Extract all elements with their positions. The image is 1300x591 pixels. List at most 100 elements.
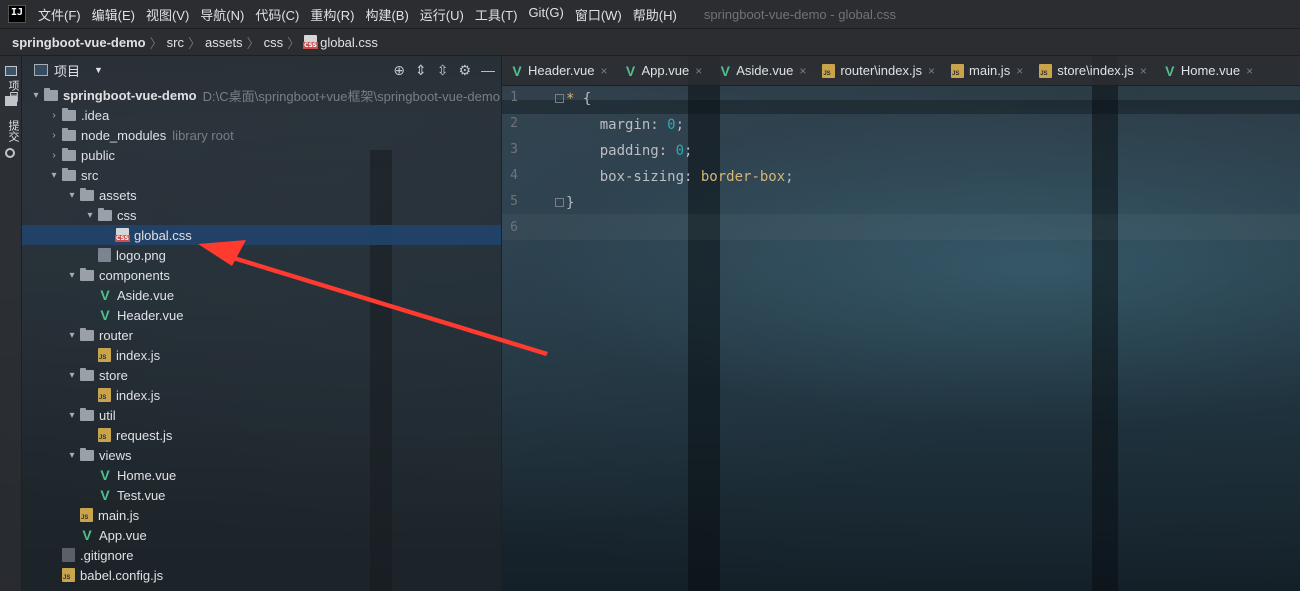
expand-all-icon[interactable]: ⇕ <box>415 62 427 79</box>
folder-icon <box>80 367 94 381</box>
code-line: } <box>566 190 574 216</box>
code-token: ; <box>785 169 794 185</box>
breadcrumb-css[interactable]: css <box>264 35 284 50</box>
close-icon[interactable]: × <box>928 64 935 78</box>
breadcrumb-src[interactable]: src <box>167 35 184 50</box>
tree-file-item[interactable]: .gitignore <box>22 545 501 565</box>
vue-file-icon: V <box>720 62 730 79</box>
code-token: : <box>684 169 701 185</box>
close-icon[interactable]: × <box>1140 64 1147 78</box>
tree-file-item[interactable]: global.css <box>22 225 501 245</box>
js-file-icon <box>822 63 836 78</box>
menu-item[interactable]: 导航(N) <box>200 5 244 24</box>
tree-folder-item[interactable]: › public <box>22 145 501 165</box>
project-tool-icon[interactable] <box>5 66 17 76</box>
editor-tab[interactable]: V Home.vue × <box>1155 56 1261 85</box>
menu-item[interactable]: 窗口(W) <box>575 5 622 24</box>
tree-file-item[interactable]: index.js <box>22 385 501 405</box>
line-number: 4 <box>510 168 518 183</box>
tree-folder-item[interactable]: ▾ router <box>22 325 501 345</box>
chevron-down-icon[interactable]: ▾ <box>64 410 80 421</box>
chevron-down-icon[interactable]: ▾ <box>82 210 98 221</box>
tree-folder-item[interactable]: ▾ assets <box>22 185 501 205</box>
chevron-down-icon[interactable]: ▾ <box>64 190 80 201</box>
code-editor[interactable]: 1 2 3 4 5 6 * { margin: 0; padding: 0; box-si… <box>502 86 1300 591</box>
menu-item[interactable]: 视图(V) <box>146 5 189 24</box>
tree-folder-item[interactable]: ▾ util <box>22 405 501 425</box>
chevron-right-icon[interactable]: › <box>46 110 62 121</box>
breadcrumb-assets[interactable]: assets <box>205 35 243 50</box>
chevron-down-icon[interactable]: ▾ <box>64 270 80 281</box>
chevron-right-icon[interactable]: › <box>46 150 62 161</box>
folder-icon <box>80 327 94 341</box>
fold-marker-icon[interactable] <box>555 198 564 207</box>
minimize-icon[interactable]: — <box>481 62 495 79</box>
tree-file-item[interactable]: logo.png <box>22 245 501 265</box>
chevron-right-icon[interactable]: › <box>46 130 62 141</box>
tree-file-item[interactable]: V Aside.vue <box>22 285 501 305</box>
close-icon[interactable]: × <box>1246 64 1253 78</box>
tab-label: Aside.vue <box>736 63 794 78</box>
editor-tab[interactable]: router\index.js × <box>814 56 943 85</box>
chevron-down-icon[interactable]: ▾ <box>64 330 80 341</box>
window-title: springboot-vue-demo - global.css <box>703 6 897 22</box>
code-token: 0 <box>667 117 676 133</box>
tree-file-item[interactable]: main.js <box>22 505 501 525</box>
editor-tab[interactable]: V Header.vue × <box>502 56 616 85</box>
tree-item-label: index.js <box>116 347 161 363</box>
fold-marker-icon[interactable] <box>555 94 564 103</box>
close-icon[interactable]: × <box>1016 64 1023 78</box>
folder-icon <box>80 407 94 421</box>
menu-item[interactable]: 运行(U) <box>420 5 464 24</box>
tree-folder-item[interactable]: ▾ css <box>22 205 501 225</box>
close-icon[interactable]: × <box>799 64 806 78</box>
menu-item[interactable]: 工具(T) <box>475 5 518 24</box>
menu-item[interactable]: 帮助(H) <box>633 5 677 24</box>
editor-tab[interactable]: V Aside.vue × <box>710 56 814 85</box>
breadcrumb-project[interactable]: springboot-vue-demo <box>12 35 146 50</box>
intellij-logo-icon[interactable]: IJ <box>8 5 26 23</box>
menu-item[interactable]: 构建(B) <box>365 5 408 24</box>
tree-folder-item[interactable]: › .idea <box>22 105 501 125</box>
locate-file-icon[interactable]: ⊕ <box>393 62 405 79</box>
tree-file-item[interactable]: V App.vue <box>22 525 501 545</box>
chevron-down-icon[interactable]: ▾ <box>64 450 80 461</box>
tree-folder-item[interactable]: ▾ src <box>22 165 501 185</box>
menu-item[interactable]: Git(G) <box>528 5 563 24</box>
menu-item[interactable]: 编辑(E) <box>92 5 135 24</box>
tree-folder-item[interactable]: ▾ springboot-vue-demo D:\C桌面\springboot+vu… <box>22 85 501 105</box>
close-icon[interactable]: × <box>601 64 608 78</box>
tree-item-hint: D:\C桌面\springboot+vue框架\springboot-vue-d… <box>202 88 500 104</box>
commit-tool-label[interactable]: 提交 <box>5 120 21 142</box>
tree-folder-item[interactable]: ▾ views <box>22 445 501 465</box>
tree-file-item[interactable]: index.js <box>22 345 501 365</box>
chevron-down-icon[interactable]: ▾ <box>64 370 80 381</box>
tree-folder-item[interactable]: ▾ store <box>22 365 501 385</box>
tree-file-item[interactable]: V Header.vue <box>22 305 501 325</box>
menu-item[interactable]: 文件(F) <box>38 5 81 24</box>
tree-file-item[interactable]: V Test.vue <box>22 485 501 505</box>
tree-item-label: store <box>99 367 128 383</box>
tree-file-item[interactable]: babel.config.js <box>22 565 501 585</box>
chevron-down-icon[interactable]: ▾ <box>28 90 44 101</box>
folder-icon <box>5 96 17 106</box>
menu-item[interactable]: 代码(C) <box>255 5 299 24</box>
tree-file-item[interactable]: request.js <box>22 425 501 445</box>
commit-icon[interactable] <box>5 148 15 158</box>
tree-folder-item[interactable]: › node_modules library root <box>22 125 501 145</box>
tree-folder-item[interactable]: ▾ components <box>22 265 501 285</box>
chevron-down-icon[interactable]: ▼ <box>94 65 103 75</box>
close-icon[interactable]: × <box>695 64 702 78</box>
editor-tab[interactable]: V App.vue × <box>616 56 711 85</box>
menu-item[interactable]: 重构(R) <box>310 5 354 24</box>
editor-tab[interactable]: main.js × <box>943 56 1031 85</box>
tree-file-item[interactable]: V Home.vue <box>22 465 501 485</box>
collapse-all-icon[interactable]: ⇳ <box>437 62 449 79</box>
js-file-icon <box>1039 63 1053 78</box>
breadcrumb-file[interactable]: global.css <box>320 35 378 50</box>
editor-tab[interactable]: store\index.js × <box>1031 56 1155 85</box>
project-panel-title[interactable]: 项目 <box>54 61 80 80</box>
gear-icon[interactable]: ⚙ <box>458 62 471 79</box>
chevron-down-icon[interactable]: ▾ <box>46 170 62 181</box>
